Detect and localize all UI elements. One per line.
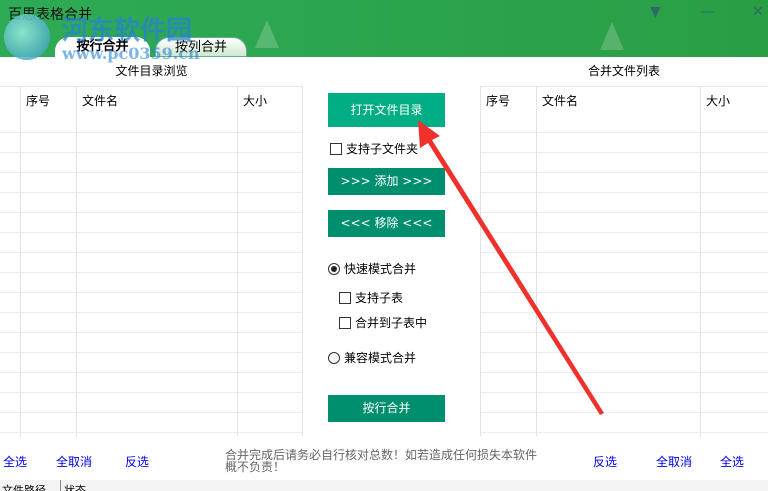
status-bar: 文件路径 状态	[0, 480, 768, 491]
open-directory-button[interactable]: 打开文件目录	[328, 93, 445, 127]
radio-label: 快速模式合并	[344, 262, 417, 276]
column-header-size[interactable]: 大小	[706, 92, 730, 109]
checkbox-label: 合并到子表中	[355, 316, 428, 330]
merge-file-table[interactable]: 序号 文件名 大小	[480, 86, 768, 436]
checkbox-icon	[339, 316, 351, 329]
left-panel-title: 文件目录浏览	[115, 64, 188, 78]
tab-merge-by-column[interactable]: 按列合并	[155, 37, 247, 57]
dropdown-menu-icon[interactable]: ▼	[650, 4, 661, 20]
right-deselect-all-link[interactable]: 全取消	[656, 453, 692, 470]
left-invert-link[interactable]: 反选	[125, 453, 149, 470]
column-header-index[interactable]: 序号	[486, 92, 510, 109]
state-label: 状态	[64, 484, 86, 491]
merge-rows-button[interactable]: 按行合并	[328, 395, 445, 422]
column-header-size[interactable]: 大小	[243, 92, 267, 109]
support-subsheet-checkbox[interactable]: 支持子表	[339, 289, 403, 306]
window-title: 百思表格合并	[8, 7, 92, 23]
tab-merge-by-row[interactable]: 按行合并	[55, 37, 150, 57]
merge-to-subsheet-checkbox[interactable]: 合并到子表中	[339, 314, 427, 331]
path-label: 文件路径	[2, 484, 46, 491]
right-invert-link[interactable]: 反选	[593, 453, 617, 470]
file-browser-table[interactable]: 序号 文件名 大小	[0, 86, 303, 436]
left-deselect-all-link[interactable]: 全取消	[56, 453, 92, 470]
checkbox-label: 支持子表	[355, 291, 404, 305]
checkbox-icon	[339, 291, 351, 304]
checkbox-label: 支持子文件夹	[346, 142, 419, 156]
fast-mode-radio[interactable]: 快速模式合并	[328, 260, 416, 277]
add-button[interactable]: >>> 添加 >>>	[328, 168, 445, 195]
radio-selected-icon	[328, 262, 340, 275]
column-header-index[interactable]: 序号	[26, 92, 50, 109]
title-bar: 百思表格合并 ▼ — ✕ 按行合并 按列合并	[0, 0, 768, 57]
checkbox-icon	[330, 142, 342, 155]
tree-decoration	[600, 22, 624, 50]
close-icon[interactable]: ✕	[752, 4, 764, 20]
radio-label: 兼容模式合并	[344, 351, 417, 365]
remove-button[interactable]: <<< 移除 <<<	[328, 210, 445, 237]
column-header-filename[interactable]: 文件名	[82, 92, 118, 109]
tree-decoration	[255, 20, 279, 48]
minimize-icon[interactable]: —	[700, 4, 714, 20]
right-select-all-link[interactable]: 全选	[720, 453, 744, 470]
include-subfolders-checkbox[interactable]: 支持子文件夹	[330, 140, 418, 157]
left-select-all-link[interactable]: 全选	[3, 453, 27, 470]
compat-mode-radio[interactable]: 兼容模式合并	[328, 349, 416, 366]
radio-icon	[328, 351, 340, 364]
right-panel-title: 合并文件列表	[587, 64, 660, 78]
disclaimer-text: 合并完成后请务必自行核对总数！如若造成任何损失本软件概不负责！	[225, 448, 538, 474]
column-header-filename[interactable]: 文件名	[542, 92, 578, 109]
